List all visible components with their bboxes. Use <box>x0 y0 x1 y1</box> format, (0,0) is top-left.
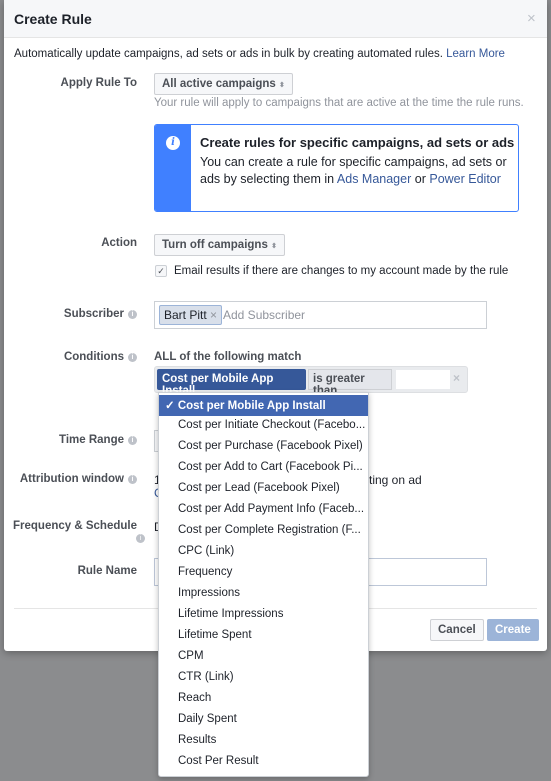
attribution-label: Attribution window i <box>20 473 137 485</box>
dropdown-option[interactable]: CPM <box>159 647 368 668</box>
checkmark-icon: ✓ <box>165 400 178 412</box>
or-text: or <box>414 171 426 186</box>
remove-condition-icon[interactable]: × <box>453 371 460 385</box>
info-icon[interactable]: i <box>128 310 137 319</box>
info-icon[interactable]: i <box>136 534 145 543</box>
dropdown-option[interactable]: Impressions <box>159 584 368 605</box>
select-arrows-icon: ⬍ <box>271 243 277 250</box>
dropdown-option-label: Cost per Mobile App Install <box>177 400 326 412</box>
dropdown-option-label: Cost per Purchase (Facebook Pixel) <box>178 440 363 452</box>
dropdown-option[interactable]: Cost per Add Payment Info (Faceb... <box>159 500 368 521</box>
dropdown-option-label: Cost per Initiate Checkout (Facebo... <box>178 419 366 431</box>
action-value: Turn off campaigns <box>162 239 268 251</box>
dropdown-option-label: Lifetime Spent <box>178 629 252 641</box>
dropdown-option-label: Cost Per Result <box>178 755 259 767</box>
ads-manager-link[interactable]: Ads Manager <box>337 172 411 186</box>
dropdown-option-label: Results <box>178 734 217 746</box>
dropdown-option[interactable]: Lifetime Spent <box>159 626 368 647</box>
rule-name-label: Rule Name <box>77 565 137 577</box>
action-select[interactable]: Turn off campaigns ⬍ <box>154 234 285 256</box>
learn-more-link[interactable]: Learn More <box>446 48 505 60</box>
condition-operator-select[interactable]: is greater than <box>308 369 392 397</box>
dropdown-option[interactable]: Cost per Lead (Facebook Pixel) <box>159 479 368 500</box>
apply-rule-hint: Your rule will apply to campaigns that a… <box>154 97 524 109</box>
attribution-label-text: Attribution window <box>19 473 124 485</box>
dropdown-option-label: Cost per Lead (Facebook Pixel) <box>178 482 340 494</box>
description: Automatically update campaigns, ad sets … <box>14 48 505 60</box>
apply-rule-value: All active campaigns <box>162 78 276 90</box>
info-text: You can create a rule for specific campa… <box>200 154 510 187</box>
power-editor-link[interactable]: Power Editor <box>429 172 501 186</box>
apply-rule-label: Apply Rule To <box>60 77 137 89</box>
conditions-label-text: Conditions <box>63 351 124 363</box>
remove-icon[interactable]: × <box>210 308 217 322</box>
time-range-label: Time Range i <box>59 434 137 446</box>
dropdown-option[interactable]: CPC (Link) <box>159 542 368 563</box>
info-icon[interactable]: i <box>128 353 137 362</box>
dialog-title: Create Rule <box>14 11 92 27</box>
dropdown-option-label: Cost per Complete Registration (F... <box>178 524 361 536</box>
dropdown-option-label: Reach <box>178 692 212 704</box>
select-arrows-icon: ⬍ <box>278 82 285 89</box>
frequency-label: Frequency & Schedule <box>13 520 137 532</box>
dropdown-option-label: Impressions <box>178 587 240 599</box>
subscriber-placeholder: Add Subscriber <box>223 308 306 322</box>
dropdown-option-label: Lifetime Impressions <box>178 608 284 620</box>
subscriber-token-label: Bart Pitt <box>164 308 207 322</box>
subscriber-label-text: Subscriber <box>63 308 124 320</box>
dropdown-option-label: Cost per Add Payment Info (Faceb... <box>178 503 365 515</box>
dropdown-option[interactable]: Cost Per Result <box>159 752 368 773</box>
dropdown-option[interactable]: Cost per Purchase (Facebook Pixel) <box>159 437 368 458</box>
dropdown-option[interactable]: ✓ Cost per Mobile App Install <box>159 395 368 416</box>
dropdown-option[interactable]: Reach <box>159 689 368 710</box>
conditions-label: Conditions i <box>64 351 137 363</box>
dropdown-option-label: CPM <box>178 650 204 662</box>
subscriber-input[interactable]: Bart Pitt × Add Subscriber <box>154 301 487 329</box>
dropdown-option-label: Cost per Add to Cart (Facebook Pi... <box>178 461 363 473</box>
metric-dropdown-menu: ✓ Cost per Mobile App Install Cost per In… <box>158 392 369 777</box>
attribution-value-end: ting on ad <box>369 473 422 487</box>
dropdown-option-label: CPC (Link) <box>178 545 235 557</box>
condition-row: Cost per Mobile App Install is greater t… <box>154 366 468 397</box>
dropdown-option-label: Daily Spent <box>178 713 237 725</box>
dropdown-option[interactable]: CTR (Link) <box>159 668 368 689</box>
apply-rule-select[interactable]: All active campaigns ⬍ <box>154 73 293 95</box>
info-icon: i <box>166 136 180 150</box>
close-icon[interactable]: × <box>527 10 536 27</box>
subscriber-token: Bart Pitt × <box>159 305 223 325</box>
condition-value-input[interactable] <box>395 369 451 390</box>
info-icon[interactable]: i <box>128 475 137 484</box>
condition-metric-select[interactable]: Cost per Mobile App Install <box>157 369 306 397</box>
description-text: Automatically update campaigns, ad sets … <box>14 48 443 60</box>
time-range-label-text: Time Range <box>59 434 124 446</box>
dropdown-option-label: CTR (Link) <box>178 671 234 683</box>
email-checkbox-label: Email results if there are changes to my… <box>174 265 509 277</box>
conditions-match-text: ALL of the following match <box>154 351 302 363</box>
email-checkbox[interactable]: ✓ <box>155 265 167 277</box>
dropdown-option[interactable]: Cost per Add to Cart (Facebook Pi... <box>159 458 368 479</box>
dropdown-option[interactable]: Lifetime Impressions <box>159 605 368 626</box>
dropdown-option[interactable]: Cost per Initiate Checkout (Facebo... <box>159 416 368 437</box>
create-button[interactable]: Create <box>487 619 539 641</box>
info-icon[interactable]: i <box>128 436 137 445</box>
dropdown-option[interactable]: Cost per Complete Registration (F... <box>159 521 368 542</box>
cancel-button[interactable]: Cancel <box>430 619 484 641</box>
dropdown-option[interactable]: Results <box>159 731 368 752</box>
info-box: i Create rules for specific campaigns, a… <box>154 124 519 212</box>
action-label: Action <box>101 237 137 249</box>
subscriber-label: Subscriber i <box>64 308 137 320</box>
dropdown-option-label: Frequency <box>178 566 233 578</box>
dropdown-option[interactable]: Daily Spent <box>159 710 368 731</box>
info-title: Create rules for specific campaigns, ad … <box>200 135 515 150</box>
dropdown-option[interactable]: Frequency <box>159 563 368 584</box>
